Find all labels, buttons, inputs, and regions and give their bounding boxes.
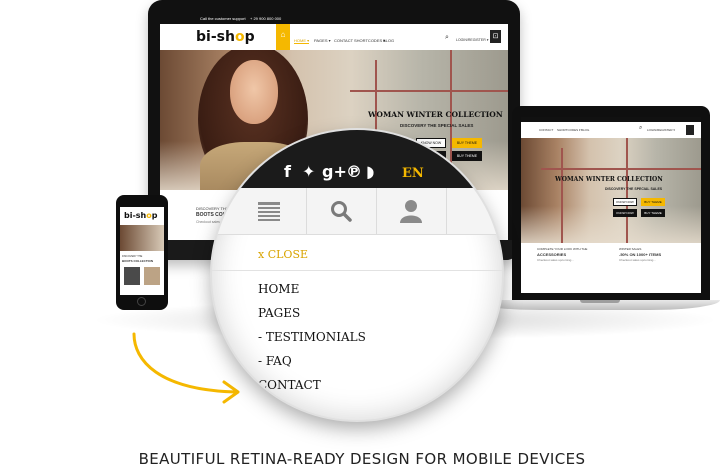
laptop-nav-shortcodes[interactable]: SHORTCODES ▾ <box>557 128 580 132</box>
nav-pages[interactable]: PAGES ▾ <box>314 38 331 43</box>
menu-item-pages[interactable]: PAGES <box>258 306 300 320</box>
home-icon: ⌂ <box>280 30 286 39</box>
mobile-menu-magnifier: f ✦ g+ ℗ ◗ EN x CLOSE HOME PAGES - TESTI… <box>212 130 502 420</box>
phone-logo-text: bi-sh <box>124 211 147 220</box>
menu-item-home[interactable]: HOME <box>258 282 299 296</box>
laptop-know-now-dark[interactable]: KNOW NOW <box>613 209 637 217</box>
logo-text: bi-sh <box>196 29 235 45</box>
laptop-login-link[interactable]: LOGIN/REGISTER ▾ <box>647 128 675 132</box>
phone-promo-line1: DISCOVERY THE <box>122 255 143 258</box>
rss-icon[interactable]: ◗ <box>366 162 374 181</box>
desktop-logo[interactable]: bi-shop <box>196 29 255 45</box>
desktop-phone-text: + 29 900 800 000 <box>250 16 282 21</box>
desktop-hero-title: WOMAN WINTER COLLECTION <box>368 110 503 119</box>
phone-product-image <box>124 267 140 285</box>
phone-logo[interactable]: bi-shop <box>124 211 157 220</box>
search-cell[interactable] <box>306 188 377 234</box>
laptop-promo-b1: WINTER SALES <box>619 247 642 251</box>
user-icon <box>400 200 422 223</box>
laptop-promo-a3: Checkout sales upcoming... <box>537 258 574 262</box>
phone-logo-text-end: p <box>151 211 158 220</box>
cart-icon[interactable]: ⊡ <box>490 30 501 43</box>
home-icon-tab[interactable]: ⌂ <box>276 24 290 50</box>
nav-home[interactable]: HOME ▾ <box>294 38 310 44</box>
phone-promo-line2: BOOTS COLLECTION <box>122 259 153 263</box>
laptop-lid: CONTACT SHORTCODES ▾ BLOG ⌕ LOGIN/REGIST… <box>512 106 710 302</box>
search-icon[interactable]: ⌕ <box>445 34 449 42</box>
phone-device: bi-shop DISCOVERY THE BOOTS COLLECTION <box>116 195 168 310</box>
facebook-icon[interactable]: f <box>284 162 291 181</box>
menu-toggle-cell[interactable] <box>212 188 307 234</box>
twitter-icon[interactable]: ✦ <box>302 162 315 181</box>
login-link[interactable]: LOGIN/REGISTER ▾ <box>456 38 488 42</box>
nav-shortcodes[interactable]: SHORTCODES ▾ <box>354 38 385 43</box>
nav-contact[interactable]: CONTACT <box>334 38 353 43</box>
list-menu-icon <box>258 202 280 221</box>
laptop-fence-post <box>561 148 563 243</box>
magnifier-social-bar: f ✦ g+ ℗ ◗ EN <box>212 130 502 188</box>
laptop-nav-blog[interactable]: BLOG <box>581 128 589 132</box>
logo-text-end: p <box>244 29 255 45</box>
desktop-support-text: Call the customer support <box>200 16 246 21</box>
laptop-navbar: CONTACT SHORTCODES ▾ BLOG ⌕ LOGIN/REGIST… <box>521 122 701 139</box>
phone-product-image <box>144 267 160 285</box>
nav-blog[interactable]: BLOG <box>383 38 394 43</box>
laptop-promo-a2: ACCESSORIES <box>537 252 567 257</box>
laptop-promo-b3: Checkout sales upcoming... <box>619 258 656 262</box>
laptop-hero: WOMAN WINTER COLLECTION DISCOVERY THE SP… <box>521 138 701 243</box>
desktop-topbar: Call the customer support + 29 900 800 0… <box>160 14 508 24</box>
account-cell[interactable] <box>376 188 447 234</box>
magnifier-icon-row <box>212 188 502 235</box>
laptop-know-now-outline[interactable]: KNOW NOW <box>613 198 637 206</box>
laptop-hero-ground <box>521 206 701 243</box>
desktop-navbar: bi-shop ⌂ HOME ▾ PAGES ▾ CONTACT SHORTCO… <box>160 24 508 51</box>
search-icon <box>331 201 352 222</box>
close-menu-button[interactable]: x CLOSE <box>258 248 308 261</box>
menu-item-contact[interactable]: CONTACT <box>258 378 321 392</box>
phone-home-button <box>137 297 146 306</box>
laptop-buy-theme-yellow[interactable]: BUY THEME <box>641 198 665 206</box>
desktop-hero-subtitle: DISCOVERY THE SPECIAL SALES <box>400 123 474 128</box>
laptop-buy-theme-dark[interactable]: BUY THEME <box>641 209 665 217</box>
menu-item-testimonials[interactable]: - TESTIMONIALS <box>258 330 366 344</box>
phone-hero <box>120 225 164 251</box>
laptop-nav-contact[interactable]: CONTACT <box>539 128 553 132</box>
laptop-notch <box>580 300 620 303</box>
laptop-promo-b2: -50% ON 1000+ ITEMS <box>619 252 662 257</box>
menu-item-faq[interactable]: - FAQ <box>258 354 292 368</box>
woman-face <box>230 60 278 124</box>
logo-accent: o <box>234 29 245 45</box>
pinterest-icon[interactable]: ℗ <box>346 162 362 181</box>
laptop-search-icon[interactable]: ⌕ <box>639 125 642 132</box>
laptop-hero-title: WOMAN WINTER COLLECTION <box>555 176 663 183</box>
laptop-cart-icon[interactable] <box>686 125 694 135</box>
menu-divider <box>212 270 502 271</box>
laptop-fence-rail <box>541 168 701 170</box>
laptop-screen: CONTACT SHORTCODES ▾ BLOG ⌕ LOGIN/REGIST… <box>521 117 701 293</box>
laptop-hero-subtitle: DISCOVERY THE SPECIAL SALES <box>605 187 663 191</box>
fence-rail <box>350 90 508 92</box>
phone-screen: bi-shop DISCOVERY THE BOOTS COLLECTION <box>120 207 164 295</box>
language-selector[interactable]: EN <box>402 166 424 181</box>
laptop-promo-a1: COMPLETE YOUR LOOK WITH THE <box>537 247 588 251</box>
caption: BEAUTIFUL RETINA-READY DESIGN FOR MOBILE… <box>138 450 586 468</box>
google-plus-icon[interactable]: g+ <box>322 162 347 181</box>
